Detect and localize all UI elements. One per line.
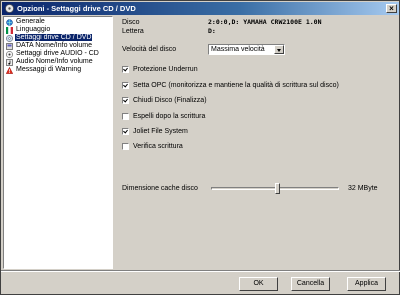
ok-button[interactable]: OK <box>239 277 278 291</box>
option-label: Setta OPC (monitorizza e mantiene la qua… <box>133 82 339 89</box>
lettera-value: D: <box>208 27 216 35</box>
tree-item-cd-dvd-settings[interactable]: Settaggi drive CD / DVD <box>6 34 93 42</box>
tree-item-audio-cd-settings[interactable]: Settaggi drive AUDIO - CD <box>6 50 100 58</box>
chevron-down-icon[interactable] <box>274 45 284 54</box>
tree-item-label: Settaggi drive AUDIO - CD <box>16 50 99 57</box>
close-button[interactable]: × <box>386 4 397 13</box>
speed-label: Velocità del disco <box>122 46 177 53</box>
disco-label: Disco <box>122 19 140 26</box>
tree-item-label: Generale <box>16 18 45 25</box>
tree-item-generale[interactable]: Generale <box>6 18 46 26</box>
globe-icon <box>6 18 13 26</box>
tree-item-warnings[interactable]: Messaggi di Warning <box>6 66 82 74</box>
checkbox[interactable] <box>122 66 129 73</box>
option-label: Chiudi Disco (Finalizza) <box>133 97 207 104</box>
bottom-separator <box>1 270 400 272</box>
options-tree: Generale Linguaggio Settaggi drive CD / … <box>3 16 113 269</box>
cache-label: Dimensione cache disco <box>122 185 198 192</box>
disco-value: 2:0:0,D: YAMAHA CRW2100E 1.0N <box>208 18 322 26</box>
option-label: Joliet File System <box>133 128 188 135</box>
speed-select-value: Massima velocità <box>211 46 265 53</box>
checkbox[interactable] <box>122 143 129 150</box>
apply-button[interactable]: Applica <box>347 277 386 291</box>
checkbox[interactable] <box>122 97 129 104</box>
cache-value: 32 MByte <box>348 185 378 192</box>
tree-item-label: Linguaggio <box>16 26 51 33</box>
data-disc-icon <box>6 42 13 50</box>
checkbox[interactable] <box>122 82 129 89</box>
warning-icon <box>6 66 13 74</box>
option-label: Protezione Underrun <box>133 66 198 73</box>
audio-cd-icon <box>6 50 13 58</box>
tree-item-label: Audio Nome/Info volume <box>16 58 93 65</box>
checkbox[interactable] <box>122 128 129 135</box>
option-label: Espelli dopo la scrittura <box>133 113 206 120</box>
option-label: Verifica scrittura <box>133 143 183 150</box>
tree-item-audio-volume[interactable]: Audio Nome/Info volume <box>6 58 94 66</box>
language-icon <box>6 26 13 34</box>
window-title: Opzioni - Settaggi drive CD / DVD <box>17 4 136 13</box>
tree-item-label: Messaggi di Warning <box>16 66 82 73</box>
tree-item-label: DATA Nome/Info volume <box>16 42 92 49</box>
lettera-label: Lettera <box>122 28 144 35</box>
speed-select[interactable]: Massima velocità <box>208 44 285 55</box>
app-icon <box>5 4 14 13</box>
cd-icon <box>6 34 13 42</box>
cancel-button[interactable]: Cancella <box>291 277 330 291</box>
settings-panel: Disco 2:0:0,D: YAMAHA CRW2100E 1.0N Lett… <box>118 16 398 269</box>
tree-item-data-volume[interactable]: DATA Nome/Info volume <box>6 42 93 50</box>
checkbox[interactable] <box>122 113 129 120</box>
title-bar[interactable]: Opzioni - Settaggi drive CD / DVD × <box>2 2 399 15</box>
cache-slider-thumb[interactable] <box>274 183 280 194</box>
audio-note-icon <box>6 58 13 66</box>
options-window: Opzioni - Settaggi drive CD / DVD × Gene… <box>0 0 400 295</box>
tree-item-label: Settaggi drive CD / DVD <box>15 34 93 41</box>
tree-item-linguaggio[interactable]: Linguaggio <box>6 26 51 34</box>
